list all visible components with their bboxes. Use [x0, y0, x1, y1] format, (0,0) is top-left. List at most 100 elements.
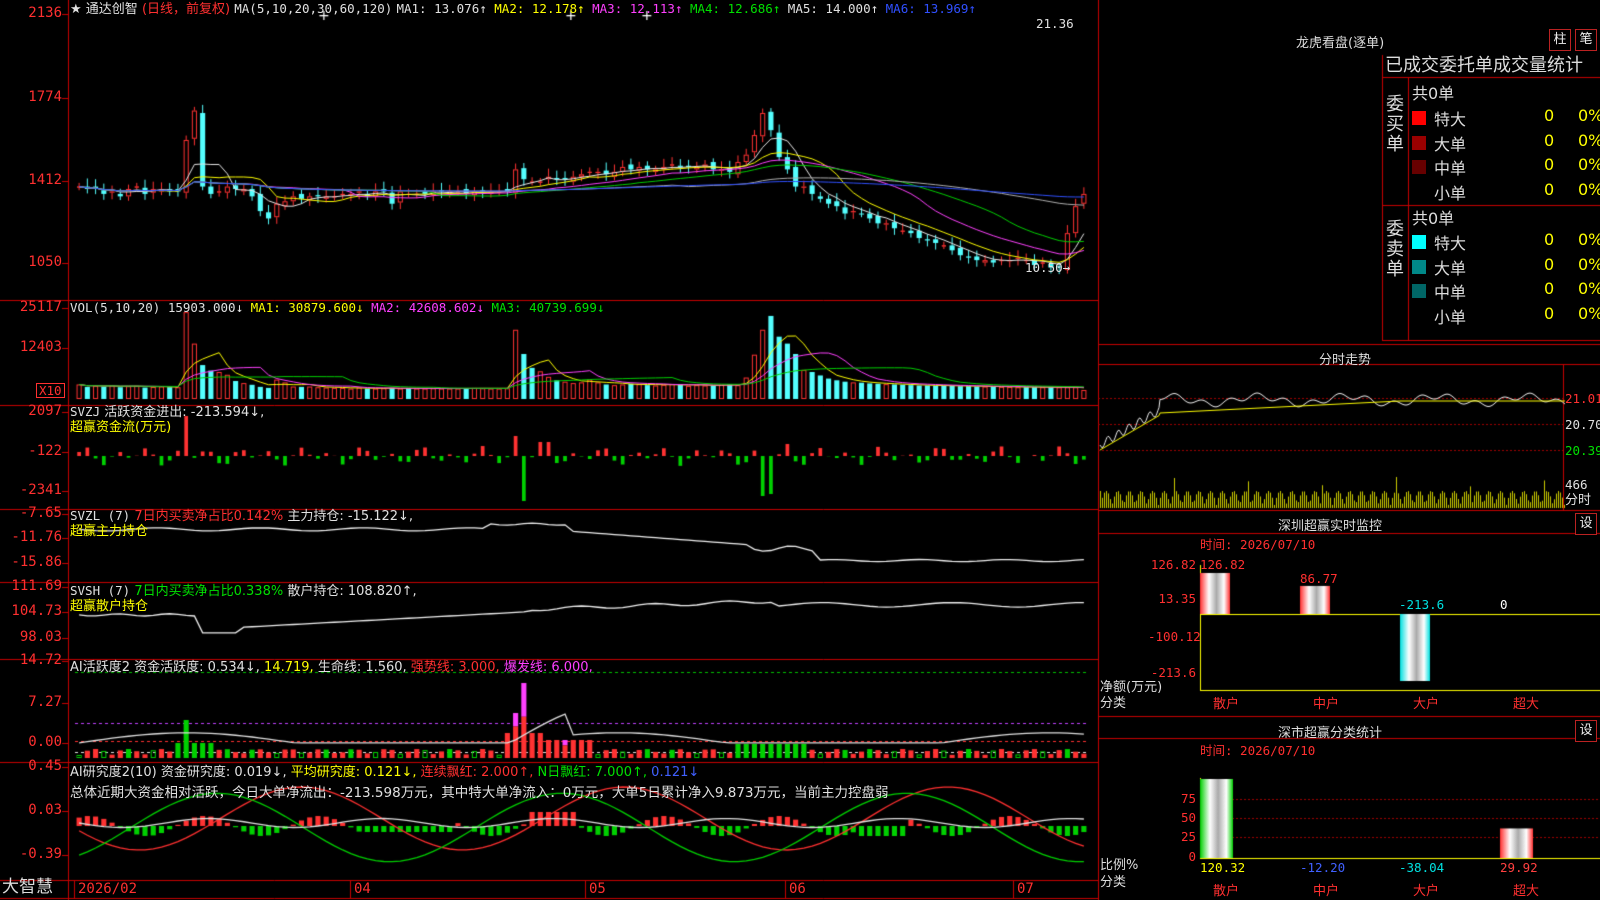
svzj-ytick-1: -122 [28, 443, 62, 459]
sell-rows-label-0: 特大 [1434, 234, 1467, 253]
classify-ytick-3: 0 [1188, 849, 1196, 864]
monitor-val-3: 0 [1500, 597, 1508, 612]
svsh-header: SVSH (7) 7日内买卖净占比0.338% 散户持仓: 108.820↑, … [70, 583, 417, 614]
svsh-main: 散户持仓: 108.820↑, [287, 584, 417, 599]
buy-side-label: 委买单 [1386, 94, 1404, 155]
ai2-research: 资金研究度: 0.019↓, [160, 765, 287, 780]
svzl-main: 主力持仓: -15.122↓, [287, 509, 414, 524]
x-label-3: 06 [789, 881, 806, 897]
svzj-label[interactable]: SVZJ [70, 404, 100, 419]
svzj-ytick-0: 2097 [28, 403, 62, 419]
ai1-burst: 爆发线: 6.000, [503, 660, 593, 675]
sell-rows-pct-2: 0% [1578, 279, 1600, 298]
ai1-ytick-0: 14.72 [19, 652, 62, 668]
fenshi-ytick-0: 21.01 [1565, 391, 1600, 406]
classify-time: 时间: 2026/07/10 [1200, 743, 1316, 758]
classify-val-2: -38.04 [1399, 860, 1445, 875]
ma-value-6: MA6: 13.969↑ [878, 1, 976, 16]
fenshi-vol-label: 466 [1565, 477, 1588, 492]
sell-rows-pct-3: 0% [1578, 303, 1600, 323]
sell-rows-val-2: 0 [1544, 279, 1555, 298]
classify-ytick-0: 75 [1180, 791, 1196, 806]
svzl-ytick-1: -11.76 [11, 529, 62, 545]
ai2-label[interactable]: AI研究度2(10) [70, 765, 157, 780]
monitor-cat-3: 超大 [1513, 697, 1540, 712]
sell-rows-val-0: 0 [1544, 230, 1555, 249]
ma-value-3: MA3: 12.113↑ [584, 1, 683, 16]
svzl-ytick-2: -15.86 [11, 554, 62, 570]
main-ytick-0: 2136 [28, 5, 62, 21]
classify-val-0: 120.32 [1200, 860, 1246, 875]
classify-cat-1: 中户 [1313, 884, 1340, 899]
ma-value-1: MA1: 13.076↑ [396, 1, 487, 16]
classify-ytick-2: 25 [1180, 829, 1196, 844]
main-ytick-1: 1774 [28, 89, 62, 105]
fenshi-unit: 分时 [1565, 493, 1592, 508]
ai2-average: 平均研究度: 0.121↓, [290, 765, 417, 780]
monitor-cat-1: 中户 [1313, 697, 1340, 712]
buy-rows-val-0: 0 [1544, 106, 1555, 125]
buy-rows-swatch-1 [1412, 135, 1426, 150]
tick-mode-button[interactable]: 笔 [1575, 29, 1597, 51]
app-logo[interactable]: 大智慧 [2, 879, 53, 896]
vol-ma3: MA3: 40739.699↓ [491, 300, 605, 315]
svsh-ratio: 7日内买卖净占比0.338% [134, 584, 284, 599]
classify-xlabel: 分类 [1100, 875, 1127, 890]
fenshi-title: 分时走势 [1319, 353, 1372, 368]
monitor-val-1: 86.77 [1300, 571, 1338, 586]
monitor-ylabel: 净额(万元) [1100, 680, 1163, 695]
ai2-summary: 总体近期大资金相对活跃，今日大单净流出：-213.598万元，其中特大单净流入：… [70, 785, 889, 801]
classify-title: 深市超赢分类统计 [1278, 726, 1383, 741]
monitor-cat-2: 大户 [1413, 697, 1440, 712]
sell-rows-swatch-1 [1412, 259, 1426, 274]
period-label[interactable]: (日线，前复权) [142, 2, 230, 17]
sell-rows-label-1: 大单 [1434, 258, 1467, 278]
classify-ytick-1: 50 [1180, 810, 1196, 825]
ai2-ytick-2: -0.39 [19, 846, 62, 862]
buy-rows-val-1: 0 [1544, 130, 1555, 150]
stock-name[interactable]: 通达创智 [86, 2, 138, 17]
monitor-ytick-3: -213.6 [1150, 665, 1196, 680]
monitor-ytick-0: 126.82 [1150, 557, 1196, 572]
vol-ytick-0: 25117 [19, 299, 62, 315]
ai1-label[interactable]: AI活跃度2 [70, 660, 130, 675]
svzj-sub: 超赢资金流(万元) [70, 420, 172, 435]
sell-rows-pct-1: 0% [1578, 254, 1600, 274]
ai1-value: 14.719, [264, 660, 314, 675]
vol-ytick-1: 12403 [19, 339, 62, 355]
classify-cat-2: 大户 [1413, 884, 1440, 899]
buy-rows-swatch-2 [1412, 160, 1426, 174]
svzl-label[interactable]: SVZL (7) [70, 508, 130, 523]
ai2-header: AI研究度2(10) 资金研究度: 0.019↓, 平均研究度: 0.121↓,… [70, 765, 699, 780]
x-label-2: 05 [589, 881, 606, 897]
monitor-val-2: -213.6 [1399, 597, 1445, 612]
main-ytick-2: 1412 [28, 172, 62, 188]
ma-value-2: MA2: 12.178↑ [486, 1, 585, 16]
favorite-star-icon[interactable]: ★ [70, 2, 82, 17]
vol-ma1: MA1: 30879.600↓ [250, 300, 364, 315]
ai1-lifeline: 生命线: 1.560, [317, 660, 407, 675]
vol-value: 15903.000↓ [167, 300, 244, 315]
high-price-label: 21.36 [1036, 16, 1074, 31]
classify-val-3: 29.92 [1500, 860, 1538, 875]
svsh-ytick-2: 98.03 [19, 629, 62, 645]
fenshi-ytick-2: 20.39 [1565, 443, 1600, 458]
vol-label[interactable]: VOL(5,10,20) [70, 300, 160, 315]
svsh-label[interactable]: SVSH (7) [70, 583, 130, 598]
sell-total: 共0单 [1412, 209, 1455, 228]
bar-mode-button[interactable]: 柱 [1549, 29, 1571, 51]
x-label-1: 04 [354, 881, 371, 897]
svzj-ytick-2: -2341 [19, 482, 62, 498]
x-label-0: 2026/02 [78, 881, 138, 897]
ai2-ytick-1: 0.03 [28, 802, 62, 818]
monitor-settings-button[interactable]: 设 [1575, 513, 1597, 535]
vol-header: VOL(5,10,20) 15903.000↓ MA1: 30879.600↓ … [70, 300, 604, 315]
buy-rows-val-2: 0 [1544, 155, 1555, 174]
ma-value-5: MA5: 14.000↑ [780, 1, 879, 16]
classify-settings-button[interactable]: 设 [1575, 720, 1597, 742]
ai1-ytick-2: 0.00 [28, 734, 62, 750]
svzj-desc: 活跃资金进出: -213.594↓, [104, 405, 265, 420]
monitor-time: 时间: 2026/07/10 [1200, 537, 1316, 552]
sell-rows-pct-0: 0% [1578, 230, 1600, 249]
vol-unit-badge: X10 [36, 383, 65, 398]
